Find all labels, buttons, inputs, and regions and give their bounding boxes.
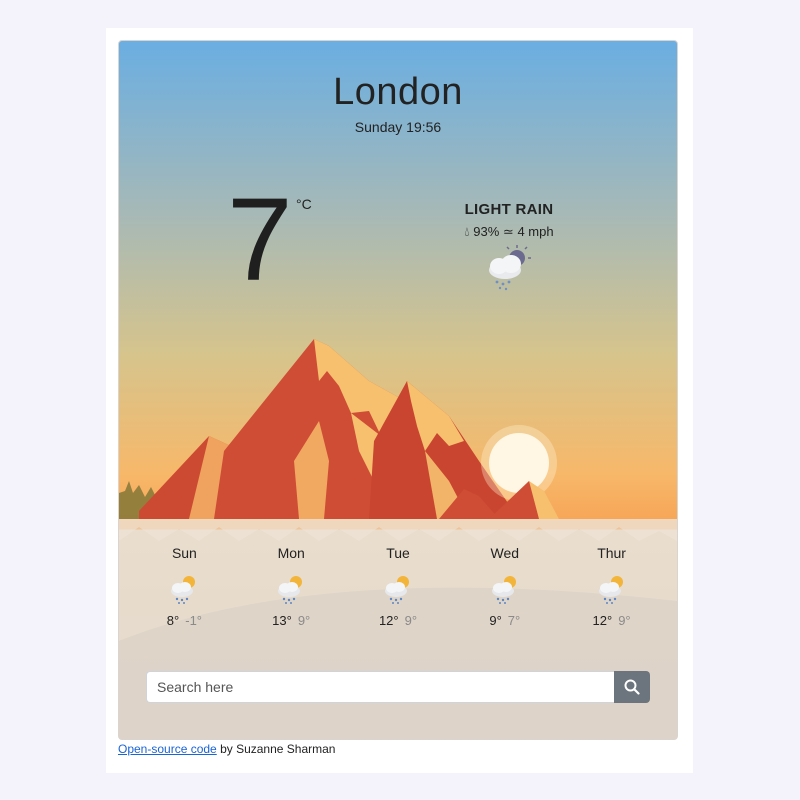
city-name: London: [333, 71, 463, 113]
forecast-day-name: Wed: [490, 545, 520, 561]
forecast-min: 9°: [297, 613, 311, 628]
forecast-day: Wed 9° 7°: [451, 545, 558, 628]
forecast-day: Thur 12° 9°: [558, 545, 665, 628]
search-icon: [624, 679, 640, 695]
rain-cloud-sun-icon: [278, 576, 303, 604]
temperature-unit: °C: [296, 196, 312, 212]
wind-icon: ≃: [502, 224, 514, 239]
weather-description: LIGHT RAIN: [464, 201, 554, 218]
current-conditions: LIGHT RAIN 💧︎ 93% ≃ 4 mph: [419, 201, 599, 292]
forecast-day-name: Tue: [386, 545, 410, 561]
weather-app: London Sunday 19:56 7 °C LIGHT RAIN 💧︎ 9…: [118, 40, 678, 740]
forecast-temps: 8° -1°: [131, 613, 238, 628]
forecast-temps: 12° 9°: [345, 613, 452, 628]
search-button[interactable]: [614, 671, 650, 703]
forecast-min: 9°: [618, 613, 631, 628]
rain-cloud-moon-icon: [489, 245, 531, 291]
footer-credit: Open-source code by Suzanne Sharman: [118, 742, 335, 756]
forecast-day-name: Sun: [171, 545, 197, 561]
forecast-max: 13°: [272, 613, 292, 628]
forecast-max: 12°: [592, 613, 613, 628]
rain-cloud-sun-icon: [598, 576, 623, 604]
forecast-max: 8°: [166, 613, 180, 628]
wind-value: 4 mph: [517, 224, 554, 239]
forecast-max: 12°: [378, 613, 399, 628]
open-source-link[interactable]: Open-source code: [118, 742, 217, 756]
mountain-landscape-illustration: [119, 339, 677, 739]
rain-cloud-sun-icon: [384, 576, 409, 604]
forecast-max: 9°: [489, 613, 502, 628]
author-credit: by Suzanne Sharman: [216, 742, 336, 756]
forecast-day: Mon 13° 9°: [238, 545, 345, 628]
rain-cloud-sun-icon: [491, 576, 516, 604]
forecast-temps: 12° 9°: [558, 613, 665, 628]
forecast-day: Sun 8° -1°: [131, 545, 238, 628]
humidity-value: 93%: [473, 224, 500, 239]
search-form: [146, 671, 650, 703]
forecast-min: 7°: [507, 613, 521, 628]
forecast-day-name: Mon: [277, 545, 305, 561]
date-time: Sunday 19:56: [354, 119, 442, 135]
search-input[interactable]: [146, 671, 614, 703]
forecast-min: -1°: [185, 613, 202, 628]
forecast-temps: 13° 9°: [238, 613, 345, 628]
forecast-row: Sun 8° -1° Mon 13° 9° Tue 12° 9° Wed 9° …: [131, 545, 665, 628]
forecast-day-name: Thur: [597, 545, 626, 561]
forecast-day: Tue 12° 9°: [345, 545, 452, 628]
weather-details: 💧︎ 93% ≃ 4 mph: [419, 224, 599, 240]
forecast-temps: 9° 7°: [451, 613, 558, 628]
forecast-min: 9°: [404, 613, 418, 628]
page-card: London Sunday 19:56 7 °C LIGHT RAIN 💧︎ 9…: [106, 28, 693, 773]
humidity-icon: 💧︎: [464, 224, 470, 239]
rain-cloud-sun-icon: [171, 576, 196, 604]
current-temperature: 7: [227, 174, 293, 306]
